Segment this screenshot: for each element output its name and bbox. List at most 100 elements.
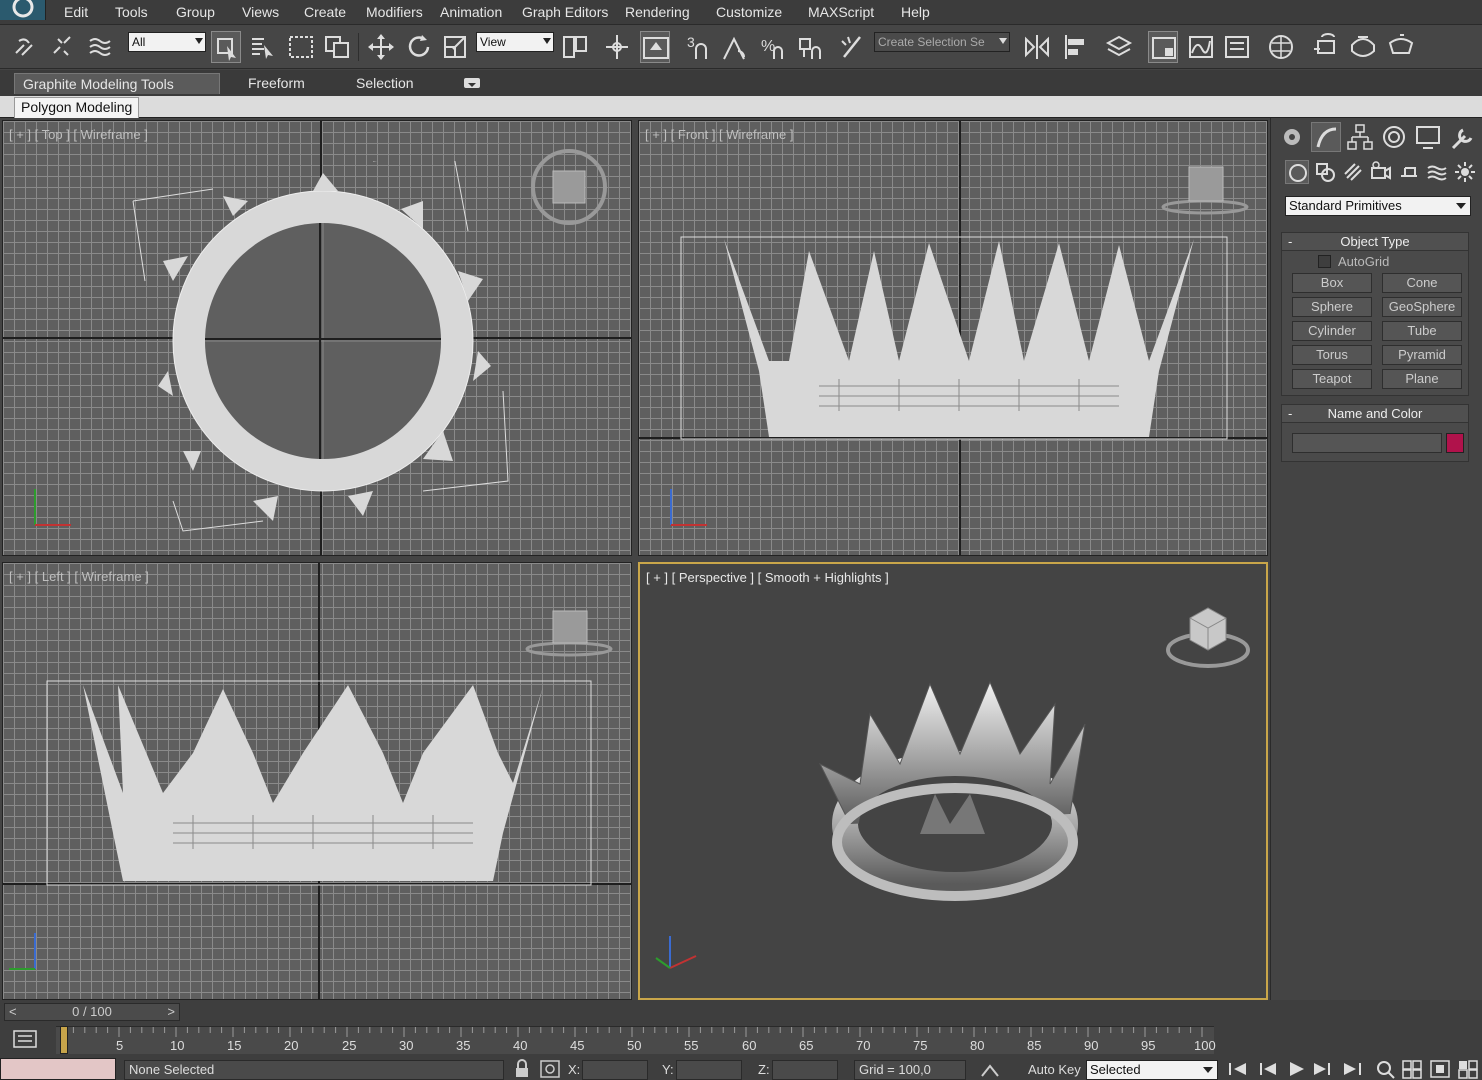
layer-manager-icon[interactable] — [1104, 31, 1134, 63]
align-icon[interactable] — [1060, 31, 1090, 63]
plane-button[interactable]: Plane — [1382, 369, 1462, 389]
reference-coordinate-dropdown[interactable]: View — [476, 32, 554, 52]
zoom-extents-icon[interactable] — [1428, 1058, 1452, 1080]
viewport-label-front[interactable]: [ + ] [ Front ] [ Wireframe ] — [645, 127, 793, 142]
menu-modifiers[interactable]: Modifiers — [366, 4, 423, 20]
sphere-button[interactable]: Sphere — [1292, 297, 1372, 317]
menu-help[interactable]: Help — [901, 4, 930, 20]
torus-button[interactable]: Torus — [1292, 345, 1372, 365]
viewport-label-perspective[interactable]: [ + ] [ Perspective ] [ Smooth + Highlig… — [646, 570, 889, 585]
absolute-mode-icon[interactable] — [538, 1058, 562, 1080]
menu-create[interactable]: Create — [304, 4, 346, 20]
trackbar[interactable]: 5 10 15 20 25 30 35 40 45 50 55 60 65 70… — [56, 1026, 1216, 1054]
viewcube-left[interactable] — [523, 605, 619, 661]
viewcube-front[interactable] — [1159, 161, 1255, 217]
shapes-icon[interactable] — [1313, 160, 1337, 184]
create-tab-icon[interactable] — [1277, 122, 1307, 152]
select-and-scale-icon[interactable] — [441, 31, 471, 63]
mirror-icon[interactable] — [1022, 31, 1052, 63]
play-icon[interactable] — [1284, 1058, 1308, 1080]
select-and-move-icon[interactable] — [366, 31, 396, 63]
graphite-toggle-icon[interactable] — [1148, 31, 1178, 63]
menu-graph-editors[interactable]: Graph Editors — [522, 4, 608, 20]
spacewarps-icon[interactable] — [1425, 160, 1449, 184]
snaps-toggle-icon[interactable]: 3 — [684, 31, 714, 63]
tab-graphite-modeling-tools[interactable]: Graphite Modeling Tools — [14, 73, 220, 94]
manipulate-icon[interactable] — [602, 31, 632, 63]
viewcube-perspective[interactable] — [1164, 600, 1254, 676]
next-frame-icon[interactable] — [1310, 1058, 1334, 1080]
tab-freeform[interactable]: Freeform — [240, 73, 313, 94]
tab-polygon-modeling[interactable]: Polygon Modeling — [14, 97, 140, 118]
select-by-name-icon[interactable] — [248, 31, 278, 63]
hierarchy-tab-icon[interactable] — [1345, 122, 1375, 152]
x-coordinate-field[interactable] — [582, 1060, 648, 1080]
bind-to-spacewarp-icon[interactable] — [86, 31, 116, 63]
display-tab-icon[interactable] — [1413, 122, 1443, 152]
menu-maxscript[interactable]: MAXScript — [808, 4, 874, 20]
cylinder-button[interactable]: Cylinder — [1292, 321, 1372, 341]
ribbon-options-icon[interactable] — [464, 78, 480, 88]
select-and-link-icon[interactable] — [10, 31, 40, 63]
maxscript-listener-mini[interactable] — [0, 1058, 116, 1080]
modify-tab-icon[interactable] — [1311, 122, 1341, 152]
lock-selection-icon[interactable] — [510, 1058, 534, 1080]
pivot-center-icon[interactable] — [560, 31, 590, 63]
schematic-view-icon[interactable] — [1222, 31, 1252, 63]
tab-selection[interactable]: Selection — [348, 73, 422, 94]
menu-views[interactable]: Views — [242, 4, 279, 20]
viewport-label-top[interactable]: [ + ] [ Top ] [ Wireframe ] — [9, 127, 148, 142]
named-selection-dropdown[interactable]: Create Selection Se — [874, 32, 1010, 52]
cameras-icon[interactable] — [1369, 160, 1393, 184]
key-filter-dropdown[interactable]: Selected — [1086, 1060, 1218, 1080]
viewcube-top[interactable] — [529, 149, 613, 225]
select-object-icon[interactable] — [211, 31, 241, 63]
systems-icon[interactable] — [1453, 160, 1477, 184]
angle-snap-icon[interactable] — [720, 31, 750, 63]
trackbar-menu-icon[interactable] — [8, 1028, 42, 1050]
curve-editor-icon[interactable] — [1186, 31, 1216, 63]
go-to-end-icon[interactable] — [1340, 1058, 1364, 1080]
material-editor-icon[interactable] — [1266, 31, 1296, 63]
application-button[interactable] — [0, 0, 46, 20]
auto-key-button[interactable]: Auto Key — [1028, 1062, 1081, 1077]
render-icon[interactable] — [1386, 31, 1416, 63]
time-slider[interactable]: < 0 / 100 > — [4, 1003, 180, 1021]
go-to-start-icon[interactable] — [1226, 1058, 1250, 1080]
z-coordinate-field[interactable] — [772, 1060, 838, 1080]
y-coordinate-field[interactable] — [676, 1060, 742, 1080]
unlink-icon[interactable] — [48, 31, 78, 63]
viewport-left[interactable]: [ + ] [ Left ] [ Wireframe ] — [2, 562, 632, 1000]
add-time-tag-icon[interactable] — [978, 1058, 1002, 1080]
autogrid-checkbox[interactable] — [1318, 255, 1331, 268]
utilities-tab-icon[interactable] — [1447, 122, 1477, 152]
menu-tools[interactable]: Tools — [115, 4, 148, 20]
rectangular-selection-icon[interactable] — [286, 31, 316, 63]
object-type-header[interactable]: - Object Type — [1282, 233, 1468, 251]
primitive-category-dropdown[interactable]: Standard Primitives — [1285, 196, 1471, 216]
next-frame-button[interactable]: > — [167, 1004, 175, 1020]
geometry-icon[interactable] — [1285, 160, 1309, 184]
edit-named-selections-icon[interactable] — [838, 31, 868, 63]
motion-tab-icon[interactable] — [1379, 122, 1409, 152]
object-name-field[interactable] — [1292, 433, 1442, 453]
cone-button[interactable]: Cone — [1382, 273, 1462, 293]
current-frame-marker[interactable] — [60, 1026, 68, 1054]
percent-snap-icon[interactable]: % — [758, 31, 788, 63]
box-button[interactable]: Box — [1292, 273, 1372, 293]
keyboard-shortcut-icon[interactable] — [640, 31, 670, 63]
previous-frame-icon[interactable] — [1256, 1058, 1280, 1080]
render-setup-icon[interactable] — [1310, 31, 1340, 63]
rendered-frame-icon[interactable] — [1348, 31, 1378, 63]
zoom-all-icon[interactable] — [1400, 1058, 1424, 1080]
lights-icon[interactable] — [1341, 160, 1365, 184]
viewport-front[interactable]: [ + ] [ Front ] [ Wireframe ] — [638, 120, 1268, 556]
object-color-swatch[interactable] — [1446, 433, 1464, 453]
menu-rendering[interactable]: Rendering — [625, 4, 690, 20]
zoom-icon[interactable] — [1374, 1058, 1398, 1080]
viewport-top[interactable]: [ + ] [ Top ] [ Wireframe ] — [2, 120, 632, 556]
spinner-snap-icon[interactable] — [796, 31, 826, 63]
helpers-icon[interactable] — [1397, 160, 1421, 184]
window-crossing-icon[interactable] — [322, 31, 352, 63]
menu-animation[interactable]: Animation — [440, 4, 502, 20]
